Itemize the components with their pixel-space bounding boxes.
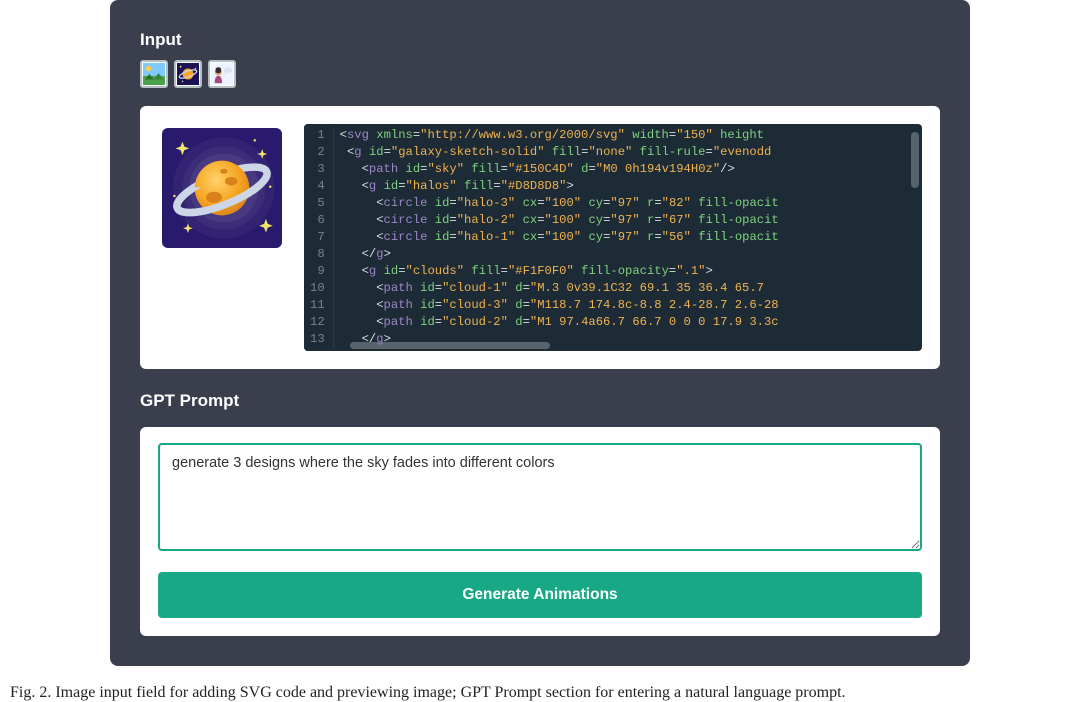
prompt-card: generate 3 designs where the sky fades i… [140,427,940,636]
code-editor[interactable]: 12345678910111213 <svg xmlns="http://www… [304,124,922,351]
figure-caption: Fig. 2. Image input field for adding SVG… [0,666,1080,702]
thumbnail-1[interactable] [140,60,168,88]
galaxy-planet-icon [177,63,199,85]
app-panel: Input [110,0,970,666]
landscape-scene-icon [143,63,165,85]
thumbnail-row [140,60,940,88]
thumbnail-3[interactable] [208,60,236,88]
input-section-label: Input [140,30,940,50]
prompt-input[interactable]: generate 3 designs where the sky fades i… [158,443,922,551]
input-card: 12345678910111213 <svg xmlns="http://www… [140,106,940,369]
prompt-section-label: GPT Prompt [140,391,940,411]
code-lines[interactable]: <svg xmlns="http://www.w3.org/2000/svg" … [334,124,922,351]
svg-preview [162,128,282,248]
vertical-scrollbar-thumb[interactable] [911,132,919,188]
thumbnail-2[interactable] [174,60,202,88]
person-speech-icon [211,63,233,85]
line-number-gutter: 12345678910111213 [304,124,334,351]
generate-button[interactable]: Generate Animations [158,572,922,618]
horizontal-scrollbar-thumb[interactable] [350,342,550,349]
